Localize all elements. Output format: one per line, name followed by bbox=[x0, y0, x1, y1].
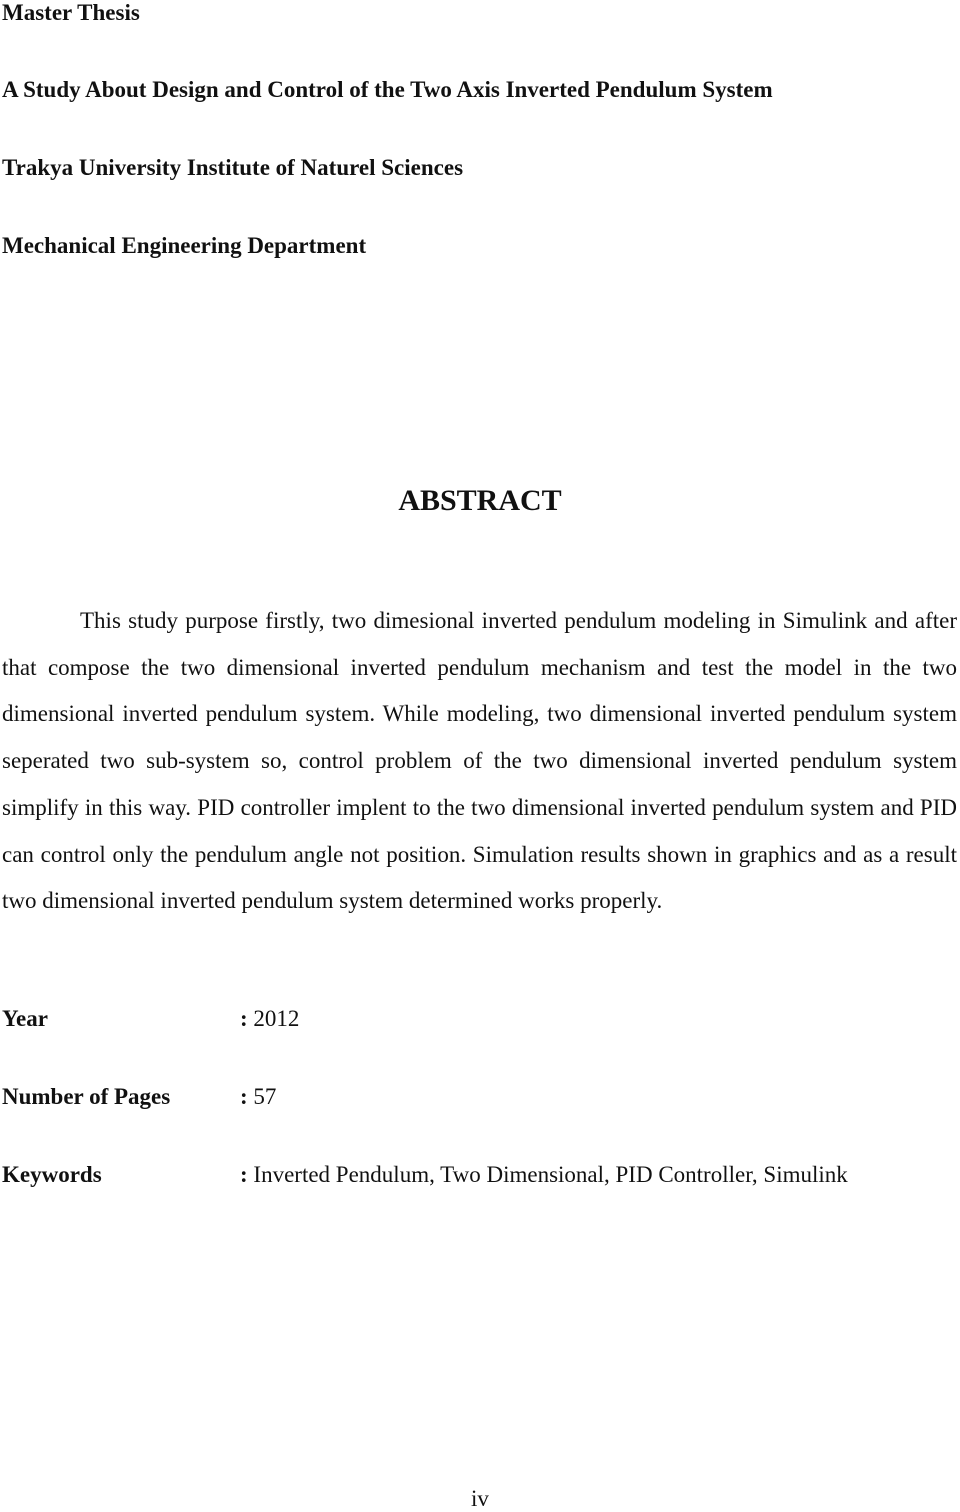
meta-row-pages: Number of Pages: 57 bbox=[2, 1084, 276, 1110]
abstract-heading: ABSTRACT bbox=[398, 484, 562, 517]
meta-row-year: Year: 2012 bbox=[2, 1006, 299, 1032]
meta-value: 2012 bbox=[253, 1006, 300, 1031]
thesis-type: Master Thesis bbox=[2, 0, 140, 25]
meta-label: Keywords bbox=[2, 1162, 102, 1187]
meta-colon: : bbox=[240, 1162, 248, 1187]
meta-colon: : bbox=[240, 1084, 248, 1109]
meta-label: Year bbox=[2, 1006, 48, 1031]
meta-label: Number of Pages bbox=[2, 1084, 171, 1109]
department: Mechanical Engineering Department bbox=[2, 233, 367, 258]
meta-colon: : bbox=[240, 1006, 248, 1031]
meta-value: Inverted Pendulum, Two Dimensional, PID … bbox=[253, 1162, 848, 1187]
page-number: iv bbox=[471, 1486, 489, 1511]
meta-row-keywords: Keywords: Inverted Pendulum, Two Dimensi… bbox=[2, 1162, 848, 1188]
abstract-body: This study purpose firstly, two dimesion… bbox=[2, 608, 957, 914]
meta-value: 57 bbox=[253, 1084, 277, 1109]
institution: Trakya University Institute of Naturel S… bbox=[2, 155, 464, 180]
thesis-title: A Study About Design and Control of the … bbox=[2, 77, 773, 102]
